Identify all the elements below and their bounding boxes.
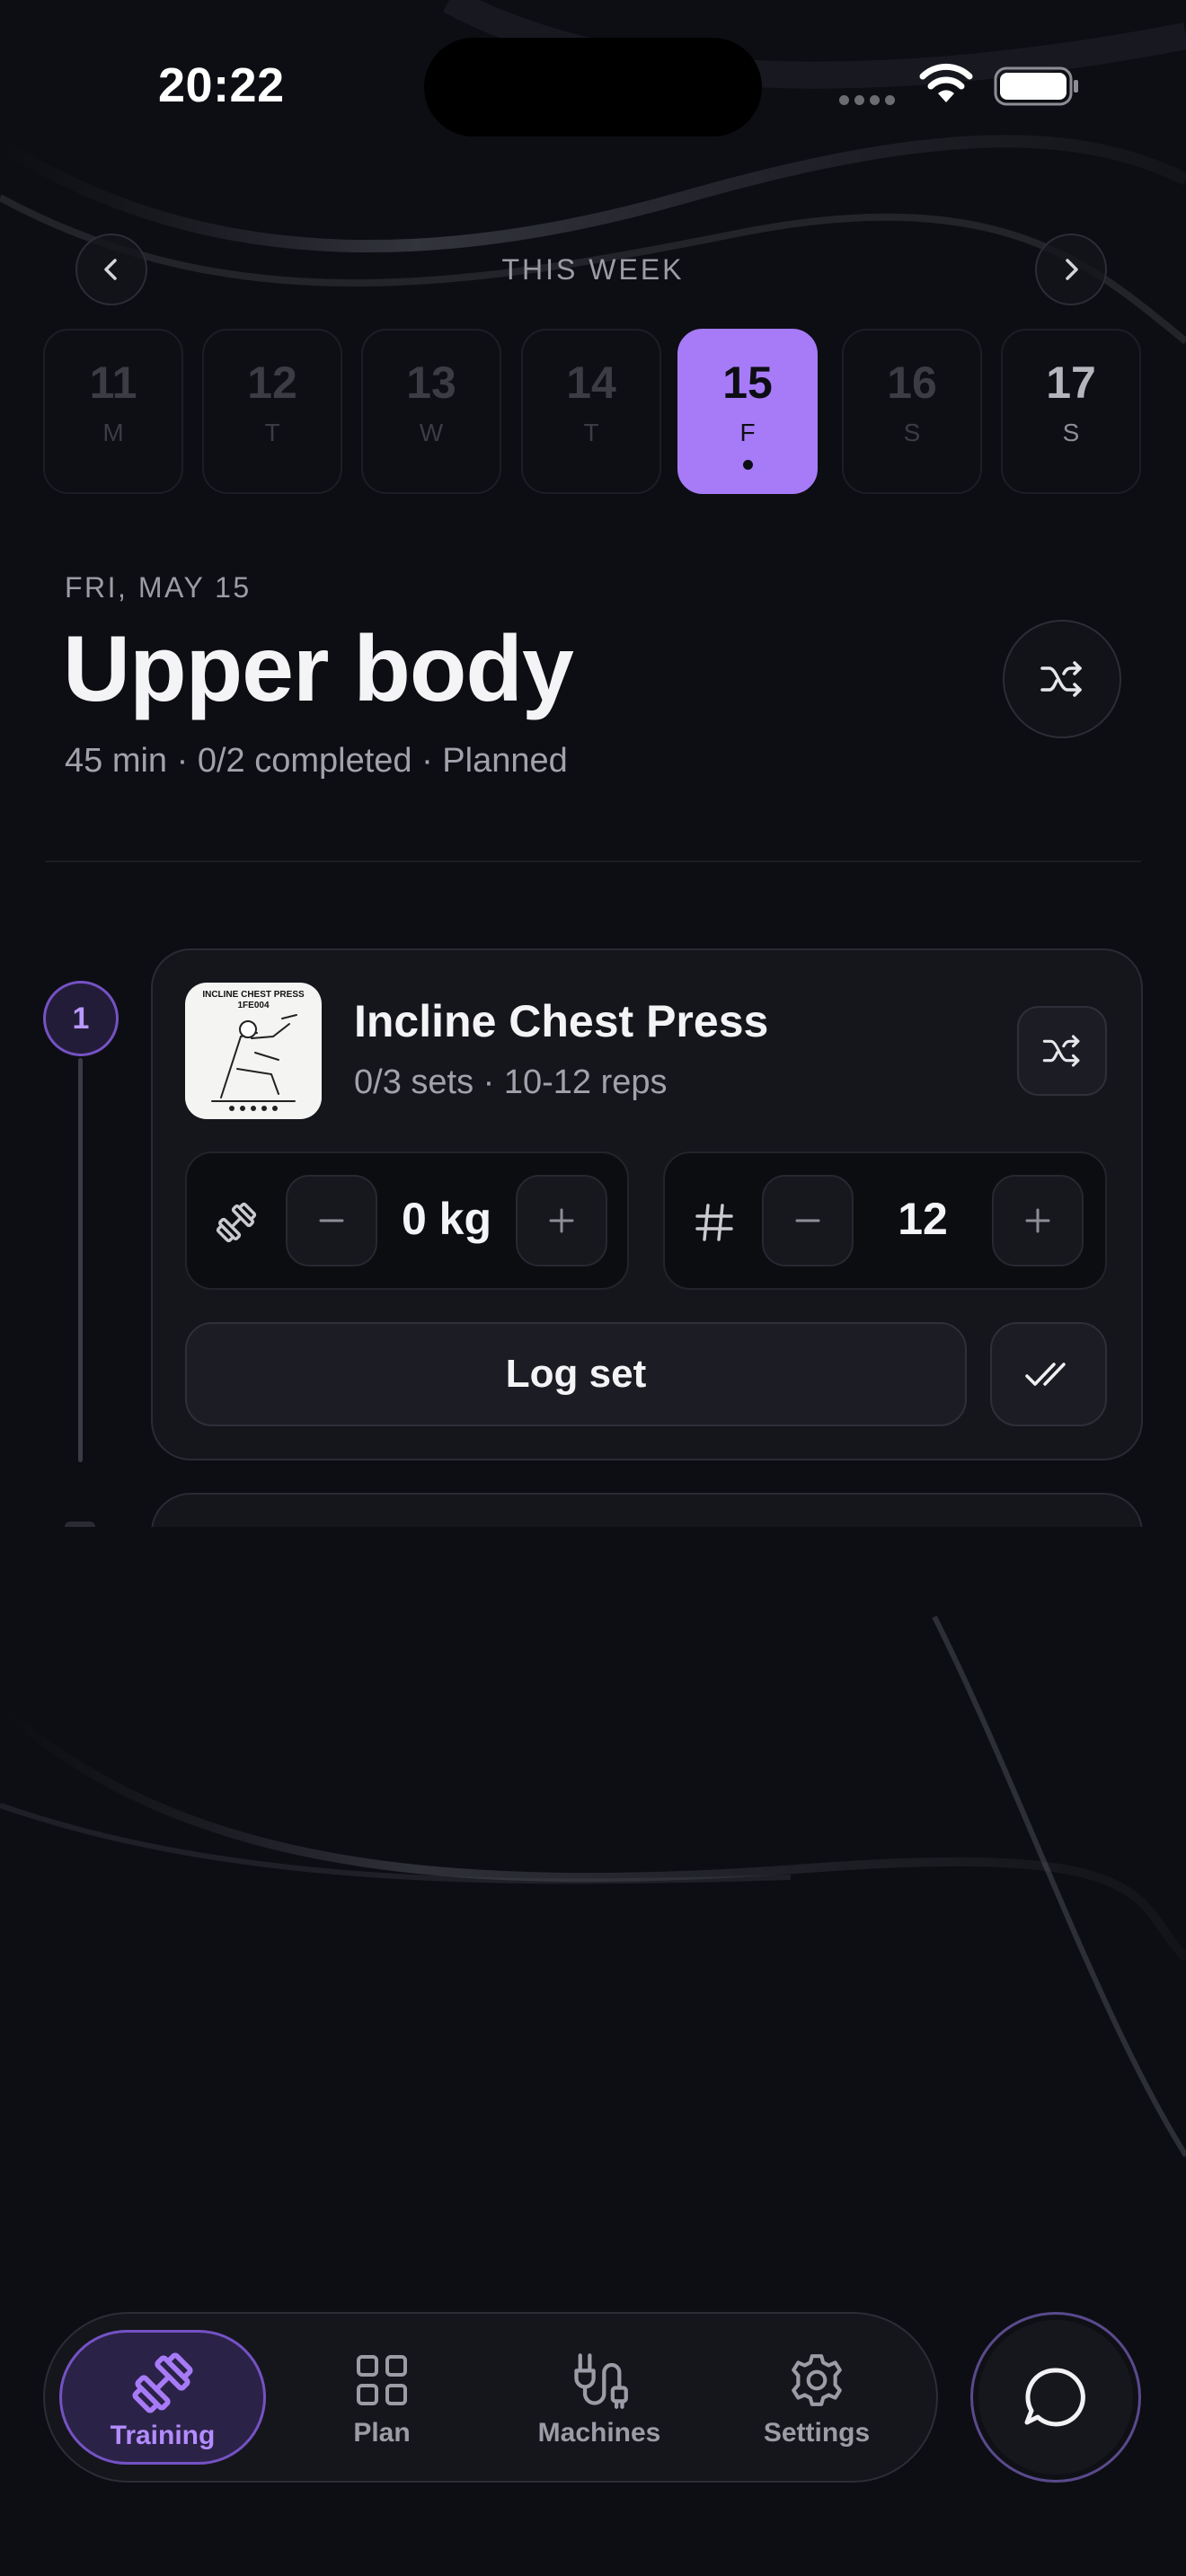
wifi-icon [919,63,973,102]
hash-icon [695,1204,733,1241]
day-number: 13 [406,357,456,408]
exercise-name: Incline Chest Press [354,996,769,1046]
day-11[interactable]: 11 M [43,329,183,494]
day-of-week: T [583,419,599,446]
machine-illustration-icon: INCLINE CHEST PRESS 1FE004 [202,990,305,1111]
nav-item-machines[interactable]: Machines [496,2330,703,2465]
plus-icon [549,1208,574,1233]
thumb-title: INCLINE CHEST PRESS [202,990,305,1000]
nav-item-training[interactable]: Training [59,2330,266,2465]
chat-button[interactable] [970,2312,1141,2483]
day-number: 11 [89,357,137,408]
minus-icon [319,1219,344,1222]
machine-icon [574,2353,628,2409]
nav-label: Plan [353,2418,411,2448]
dynamic-island [424,38,762,137]
exercise-meta: 0/3 sets · 10-12 reps [354,1063,668,1101]
workout-dot [742,460,753,470]
shuffle-session-button[interactable] [1003,620,1121,738]
minus-icon [795,1219,820,1222]
machine-thumbnail[interactable]: INCLINE CHEST PRESS 1FE004 [185,983,322,1119]
reps-increase-button[interactable] [992,1175,1084,1266]
day-15-selected[interactable]: 15 F [677,329,818,494]
gear-icon [792,2354,842,2406]
day-number: 15 [722,357,773,408]
nav-label: Machines [537,2418,661,2448]
day-of-week: W [419,419,444,446]
weight-increase-button[interactable] [516,1175,607,1266]
day-of-week: S [1062,419,1080,446]
status-time: 20:22 [158,58,285,112]
week-label: THIS WEEK [501,253,685,286]
day-of-week: S [903,419,921,446]
cellular-signal-icon [839,93,902,106]
nav-label: Settings [763,2418,871,2448]
complete-exercise-button[interactable] [990,1322,1107,1426]
session-date: FRI, MAY 15 [65,571,252,604]
day-number: 16 [887,357,937,408]
chat-bubble-icon [1024,2368,1085,2427]
session-title: Upper body [63,617,574,721]
day-of-week: F [739,419,756,446]
chevron-right-icon [1066,259,1078,280]
swap-exercise-button[interactable] [1017,1006,1107,1096]
day-17[interactable]: 17 S [1001,329,1141,494]
next-week-button[interactable] [1035,234,1107,305]
day-number: 12 [247,357,297,408]
day-number: 14 [566,357,616,408]
shuffle-icon [1042,1035,1080,1067]
shuffle-icon [1040,661,1082,697]
battery-icon [994,66,1078,106]
next-exercise-card-peek [0,1491,1186,1527]
double-check-icon [1025,1363,1066,1386]
log-set-button[interactable]: Log set [185,1322,967,1426]
day-of-week: M [102,419,124,446]
nav-item-plan[interactable]: Plan [279,2330,485,2465]
nav-label: Training [110,2421,216,2450]
weight-value: 0 kg [401,1194,492,1244]
plus-icon [1025,1208,1050,1233]
day-of-week: T [264,419,280,446]
day-16[interactable]: 16 S [842,329,982,494]
day-number: 17 [1046,357,1096,408]
reps-decrease-button[interactable] [762,1175,854,1266]
exercise-step-badge: 1 [43,981,119,1056]
dumbbell-icon [216,1202,257,1243]
timeline-line [78,1058,83,1462]
day-12[interactable]: 12 T [202,329,342,494]
next-step-badge [65,1522,95,1527]
grid-icon [357,2355,407,2405]
session-meta: 45 min · 0/2 completed · Planned [65,742,568,780]
thumb-code: 1FE004 [237,1001,269,1010]
dumbbell-icon [132,2352,193,2413]
section-divider [45,860,1141,862]
reps-value: 12 [898,1194,948,1244]
next-exercise-card[interactable] [151,1493,1143,1527]
nav-item-settings[interactable]: Settings [713,2330,920,2465]
day-13[interactable]: 13 W [361,329,501,494]
weight-decrease-button[interactable] [286,1175,377,1266]
day-14[interactable]: 14 T [521,329,661,494]
